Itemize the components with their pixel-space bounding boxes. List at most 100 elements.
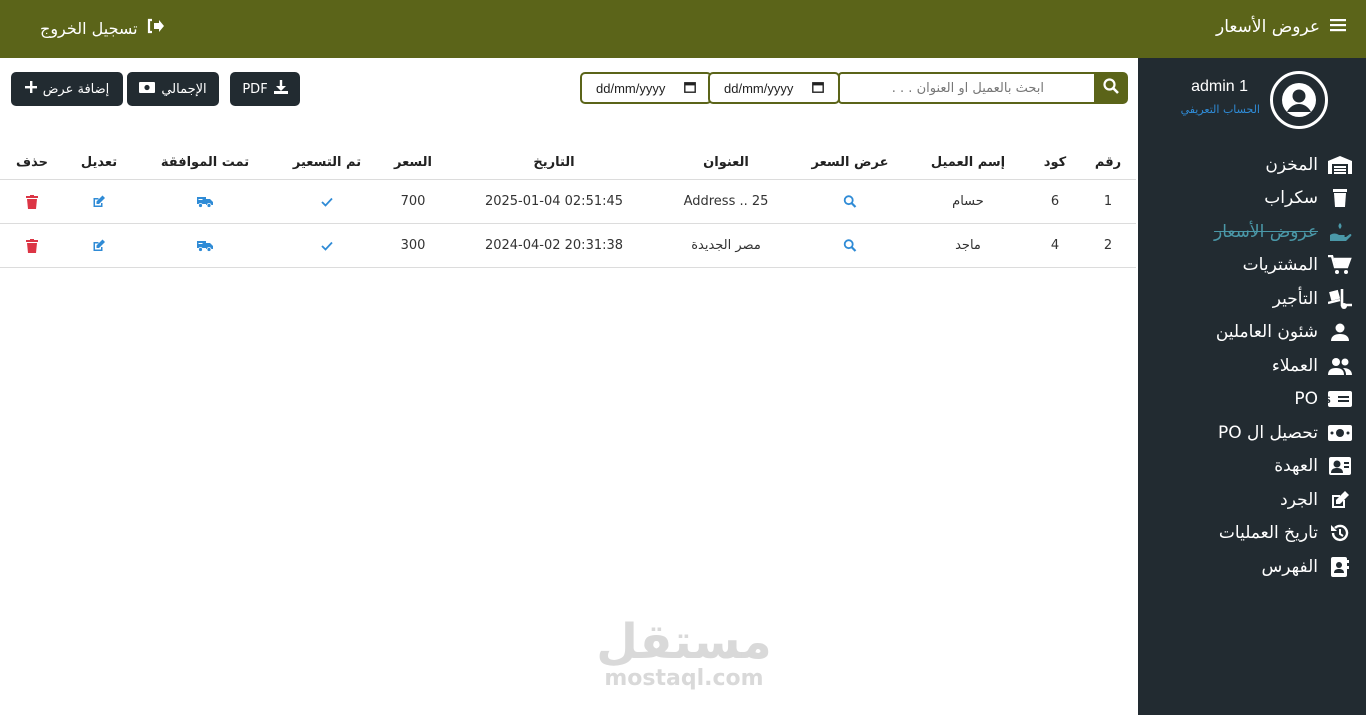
trash-icon (26, 194, 38, 209)
pdf-export-button[interactable]: PDF (230, 72, 300, 106)
filters: dd/mm/yyyy dd/mm/yyyy ابحث بالعميل او ال… (580, 72, 1128, 104)
add-quote-button[interactable]: إضافة عرض (11, 72, 123, 106)
edit-button[interactable] (93, 224, 106, 267)
sidebar-item-po[interactable]: $ PO (1142, 383, 1352, 417)
search-input[interactable]: ابحث بالعميل او العنوان . . . (838, 72, 1096, 104)
search-icon (1103, 78, 1119, 98)
sidebar-item-quotes[interactable]: عروض الأسعار (1142, 215, 1352, 249)
user-profile: admin 1 الحساب التعريفي (1138, 71, 1328, 131)
sidebar-item-scrap[interactable]: سكراب (1142, 182, 1352, 216)
pdf-label: PDF (242, 81, 268, 97)
sidebar-item-warehouse[interactable]: المخزن (1142, 148, 1352, 182)
search-icon (843, 195, 857, 208)
row-address: مصر الجديدة (691, 238, 761, 253)
sidebar: admin 1 الحساب التعريفي المخزن سكراب عرو… (1138, 58, 1366, 715)
sidebar-item-custody[interactable]: العهدة (1142, 450, 1352, 484)
user-icon (1328, 322, 1352, 342)
priced-status (321, 224, 333, 267)
header-client-name: إسم العميل (930, 155, 1006, 170)
header-code: كود (1043, 155, 1067, 170)
row-price: 700 (400, 194, 426, 209)
sidebar-item-employees[interactable]: شئون العاملين (1142, 316, 1352, 350)
address-book-icon (1328, 556, 1352, 577)
watermark: مستقل mostaql.com (596, 614, 772, 691)
top-bar: عروض الأسعار تسجيل الخروج (0, 0, 1366, 58)
sidebar-item-label: العملاء (1271, 355, 1318, 376)
table-header: رقم كود إسم العميل عرض السعر العنوان الت… (0, 146, 1136, 180)
view-quote-button[interactable] (843, 180, 857, 223)
money-bill-icon (1328, 423, 1352, 443)
trash-bin-icon (1328, 188, 1352, 208)
watermark-latin: mostaql.com (604, 666, 764, 691)
money-check-icon: $ (1328, 389, 1352, 409)
avatar[interactable] (1270, 71, 1328, 129)
logout-button[interactable]: تسجيل الخروج (40, 18, 164, 38)
row-code: 6 (1050, 194, 1060, 209)
edit-icon (93, 195, 105, 207)
row-date: 2025-01-04 02:51:45 (484, 194, 624, 209)
header-priced: تم التسعير (292, 155, 362, 170)
cart-icon (1328, 255, 1352, 275)
sign-out-icon (146, 18, 164, 38)
header-edit: تعديل (80, 155, 118, 170)
header-num: رقم (1094, 155, 1122, 170)
header-address: العنوان (703, 155, 749, 170)
sidebar-menu: المخزن سكراب عروض الأسعار المشتريات التأ… (1142, 148, 1352, 584)
page-header-title: عروض الأسعار (1216, 17, 1346, 37)
search-button[interactable] (1094, 72, 1128, 104)
sidebar-item-label: تحصيل ال PO (1218, 422, 1318, 443)
add-quote-label: إضافة عرض (42, 81, 110, 97)
sidebar-item-label: المشتريات (1242, 255, 1318, 276)
sidebar-item-po-collection[interactable]: تحصيل ال PO (1142, 416, 1352, 450)
history-icon (1328, 523, 1352, 543)
edit-icon (1328, 490, 1352, 510)
hand-holding-icon (1328, 222, 1352, 242)
row-num: 2 (1103, 238, 1113, 253)
edit-icon (93, 239, 105, 251)
approve-button[interactable] (197, 180, 213, 223)
header-view-quote: عرض السعر (811, 155, 889, 170)
row-client-name: حسام (952, 194, 984, 209)
download-icon (273, 80, 288, 98)
table-row: 1 6 حسام Address .. 25 2025-01-04 02:51:… (0, 180, 1136, 224)
delete-button[interactable] (26, 180, 38, 223)
date-to-input[interactable]: dd/mm/yyyy (708, 72, 840, 104)
logout-label: تسجيل الخروج (40, 18, 138, 38)
profile-link[interactable]: الحساب التعريفي (1181, 103, 1260, 116)
header-date: التاريخ (533, 155, 575, 170)
row-code: 4 (1050, 238, 1060, 253)
row-num: 1 (1103, 194, 1113, 209)
sidebar-item-inventory[interactable]: الجرد (1142, 483, 1352, 517)
sidebar-item-purchases[interactable]: المشتريات (1142, 249, 1352, 283)
calendar-icon[interactable] (684, 81, 696, 96)
row-client-name: ماجد (955, 238, 981, 253)
sidebar-item-label: عروض الأسعار (1214, 221, 1318, 242)
sidebar-item-label: شئون العاملين (1215, 322, 1318, 343)
sidebar-item-label: PO (1294, 389, 1318, 410)
sidebar-item-index[interactable]: الفهرس (1142, 550, 1352, 584)
view-quote-button[interactable] (843, 224, 857, 267)
header-approved: تمت الموافقة (160, 155, 250, 170)
sidebar-item-rental[interactable]: التأجير (1142, 282, 1352, 316)
svg-text:$: $ (1328, 395, 1331, 406)
priced-status (321, 180, 333, 223)
search-placeholder: ابحث بالعميل او العنوان . . . (891, 80, 1044, 96)
calendar-icon[interactable] (812, 81, 824, 96)
delete-button[interactable] (26, 224, 38, 267)
id-badge-icon (1328, 456, 1352, 476)
watermark-arabic: مستقل (596, 614, 772, 670)
date-from-input[interactable]: dd/mm/yyyy (580, 72, 712, 104)
row-price: 300 (400, 238, 426, 253)
sidebar-item-label: العهدة (1274, 456, 1318, 477)
sidebar-item-history[interactable]: تاريخ العمليات (1142, 517, 1352, 551)
total-button[interactable]: الإجمالي (127, 72, 219, 106)
approve-button[interactable] (197, 224, 213, 267)
date-from-value: dd/mm/yyyy (596, 80, 666, 96)
quotes-table: رقم كود إسم العميل عرض السعر العنوان الت… (0, 146, 1136, 268)
hamburger-menu-icon[interactable] (1330, 17, 1346, 37)
edit-button[interactable] (93, 180, 106, 223)
header-delete: حذف (16, 155, 48, 170)
row-date: 2024-04-02 20:31:38 (484, 238, 624, 253)
sidebar-item-label: تاريخ العمليات (1218, 523, 1318, 544)
sidebar-item-clients[interactable]: العملاء (1142, 349, 1352, 383)
